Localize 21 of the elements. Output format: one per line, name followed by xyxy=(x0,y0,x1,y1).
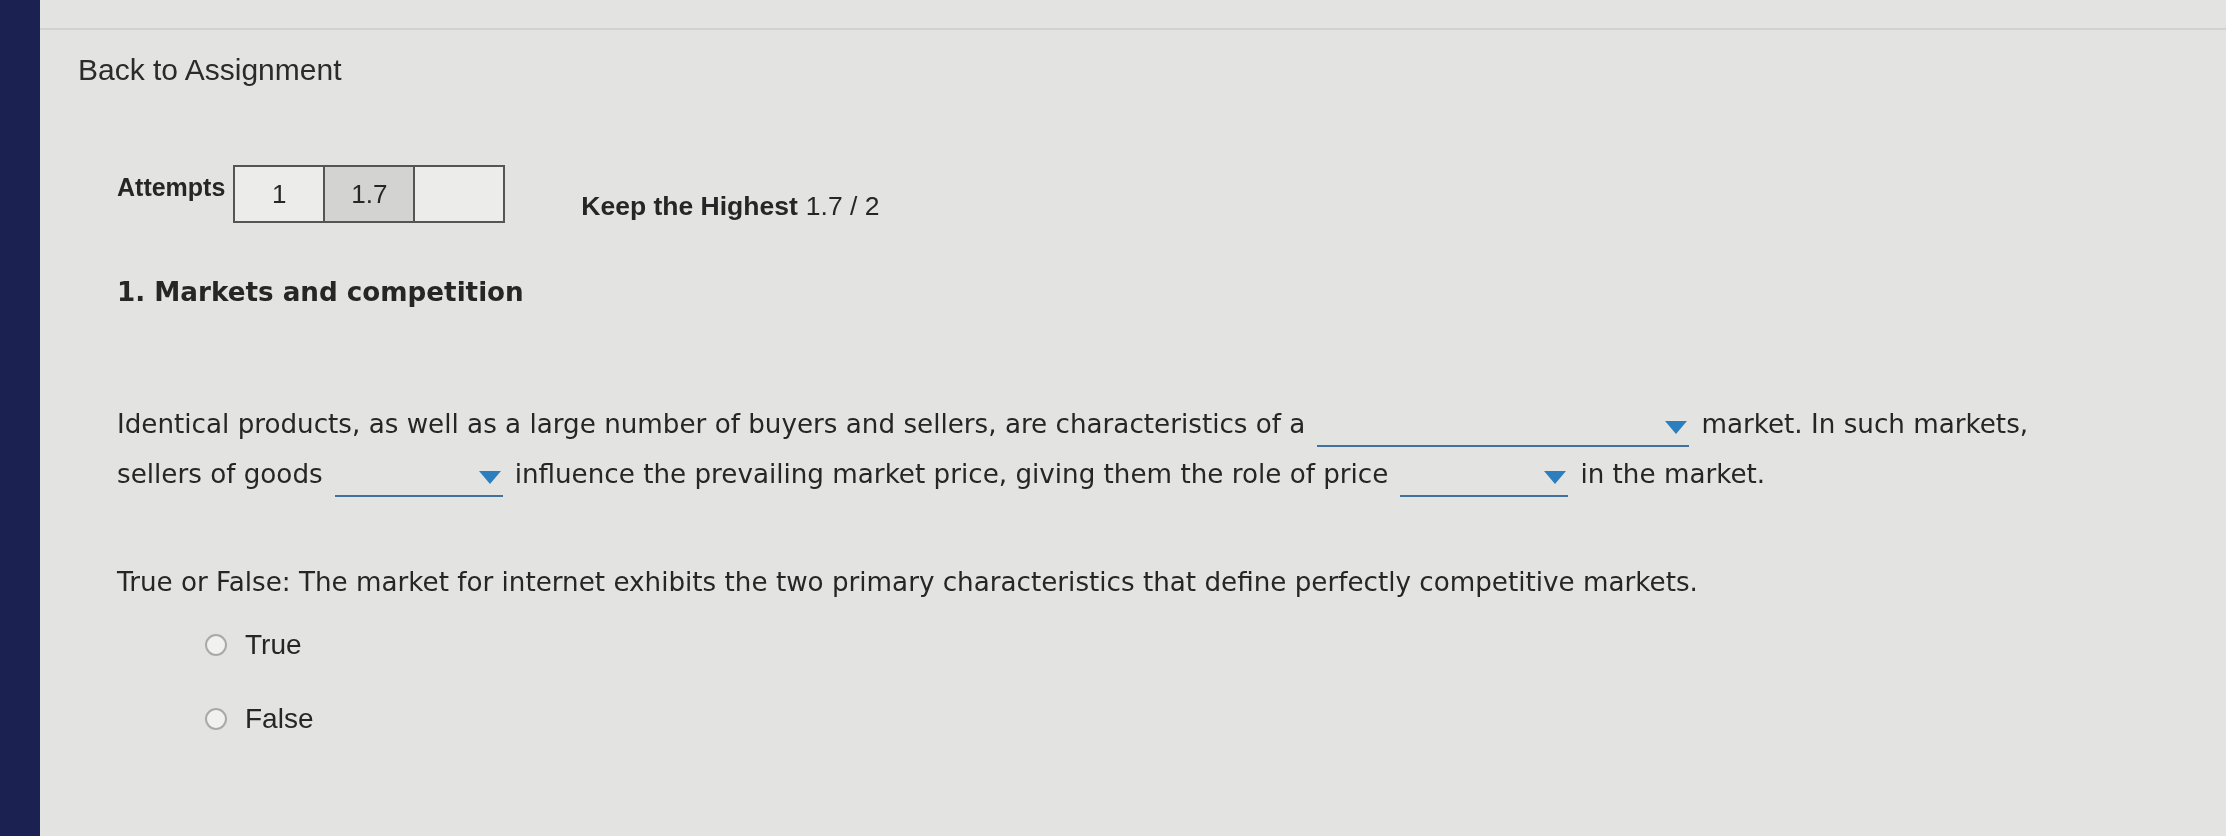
back-link[interactable]: Back to Assignment xyxy=(78,52,342,88)
policy-label: Keep the Highest xyxy=(581,190,798,222)
option-label: False xyxy=(245,703,314,735)
question-text: sellers of goods xyxy=(117,458,323,491)
caret-icon xyxy=(478,470,501,484)
question-text: in the market. xyxy=(1580,458,1766,491)
question-text: True or False: The market for internet exhibits the two primary characteristics that define perfectly competitive markets. xyxy=(117,566,1698,599)
question-text: Identical products, as well as a large number of buyers and sellers, are characteristics of a xyxy=(117,408,1306,441)
radio-button[interactable] xyxy=(205,708,227,730)
question-text: market. In such markets, xyxy=(1701,408,2029,441)
attempt-cell[interactable] xyxy=(413,167,504,221)
attempt-cell[interactable]: 1 xyxy=(235,167,324,221)
score-text: 1.7 / 2 xyxy=(805,190,880,222)
attempts-label: Attempts xyxy=(117,172,226,202)
caret-icon xyxy=(1544,470,1567,484)
option-label: True xyxy=(245,629,302,661)
radio-button[interactable] xyxy=(205,634,227,656)
question-title: 1. Markets and competition xyxy=(117,276,524,309)
question-text: influence the prevailing market price, giving them the role of price xyxy=(514,458,1389,491)
attempt-cell[interactable]: 1.7 xyxy=(323,167,414,221)
caret-icon xyxy=(1665,420,1688,434)
